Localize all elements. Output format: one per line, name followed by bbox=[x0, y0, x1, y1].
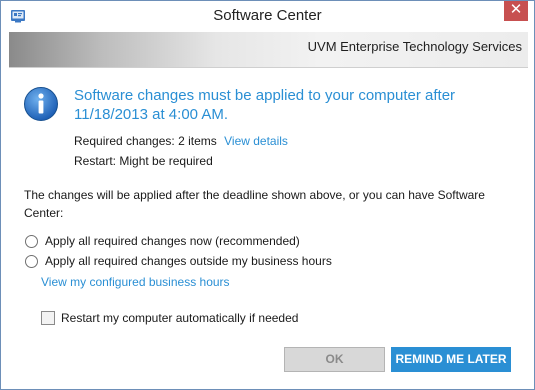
view-details-link[interactable]: View details bbox=[224, 134, 288, 148]
required-changes-value: 2 items bbox=[178, 134, 217, 148]
restart-label: Restart: bbox=[74, 154, 117, 168]
restart-row: Restart: Might be required bbox=[74, 154, 213, 168]
required-changes-label: Required changes: bbox=[74, 134, 175, 148]
restart-value: Might be required bbox=[119, 154, 213, 168]
software-center-window: Software Center ✕ UVM Enterprise Technol… bbox=[0, 0, 535, 390]
apply-now-label: Apply all required changes now (recommen… bbox=[45, 234, 300, 248]
info-icon bbox=[23, 86, 59, 122]
restart-checkbox-label: Restart my computer automatically if nee… bbox=[61, 311, 299, 325]
instructions-text: The changes will be applied after the de… bbox=[24, 188, 485, 220]
remind-me-later-button[interactable]: REMIND ME LATER bbox=[391, 347, 511, 372]
organization-banner: UVM Enterprise Technology Services bbox=[9, 32, 528, 68]
deadline-headline: Software changes must be applied to your… bbox=[74, 87, 456, 123]
apply-now-option[interactable]: Apply all required changes now (recommen… bbox=[25, 234, 300, 248]
close-button[interactable]: ✕ bbox=[504, 1, 528, 21]
restart-option[interactable]: Restart my computer automatically if nee… bbox=[41, 311, 298, 325]
apply-outside-hours-label: Apply all required changes outside my bu… bbox=[45, 254, 332, 268]
apply-now-radio[interactable] bbox=[25, 234, 38, 248]
ok-button[interactable]: OK bbox=[284, 347, 385, 372]
restart-checkbox[interactable] bbox=[41, 311, 55, 325]
apply-outside-hours-radio[interactable] bbox=[25, 254, 38, 268]
title-bar[interactable]: Software Center ✕ bbox=[1, 1, 534, 31]
business-hours-link[interactable]: View my configured business hours bbox=[41, 275, 230, 289]
organization-name: UVM Enterprise Technology Services bbox=[307, 39, 522, 54]
required-changes-row: Required changes: 2 items View details bbox=[74, 134, 288, 148]
apply-outside-hours-option[interactable]: Apply all required changes outside my bu… bbox=[25, 254, 332, 268]
window-title: Software Center bbox=[213, 7, 322, 24]
